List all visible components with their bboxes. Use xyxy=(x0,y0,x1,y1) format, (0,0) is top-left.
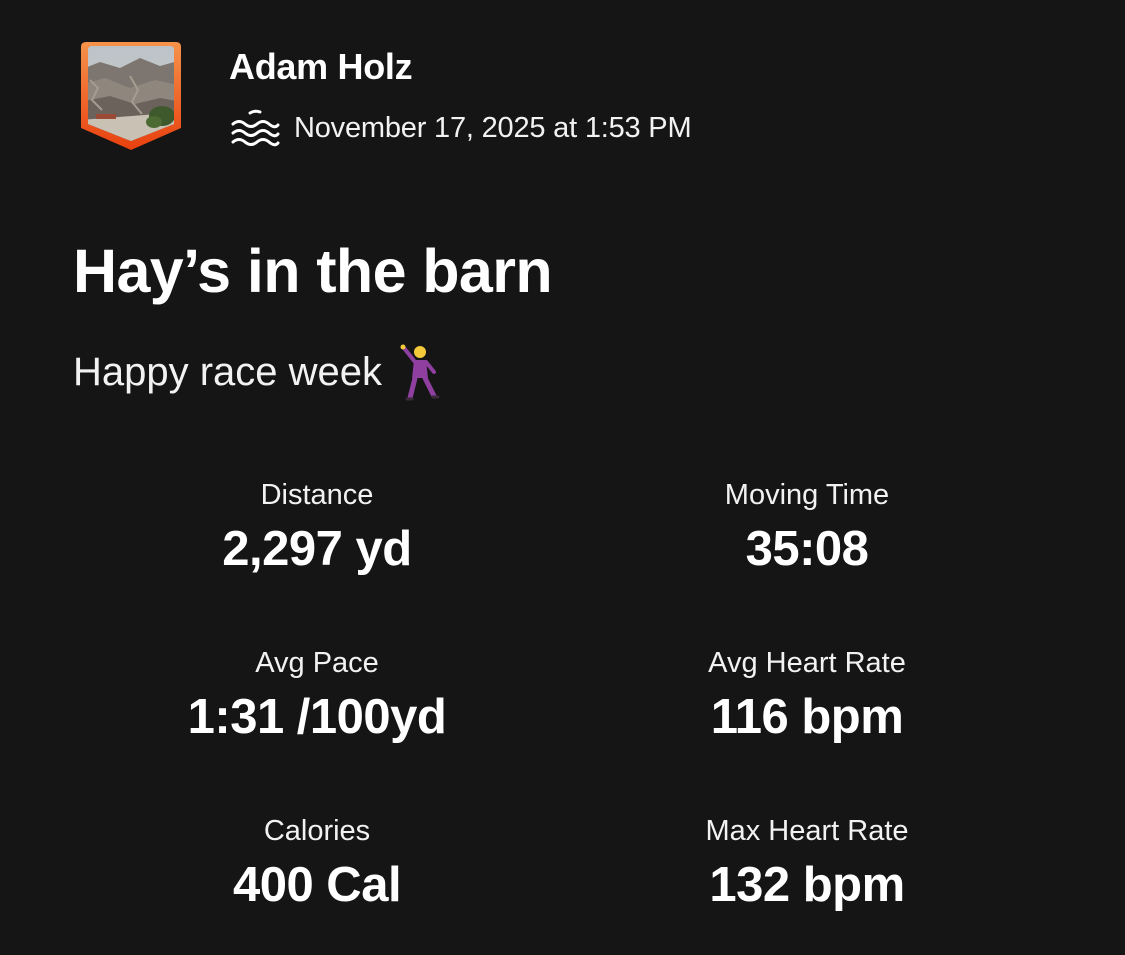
stat-label: Avg Pace xyxy=(255,647,379,679)
stat-calories: Calories 400 Cal xyxy=(117,806,517,914)
stat-avg-heart-rate: Avg Heart Rate 116 bpm xyxy=(607,638,1007,746)
stat-label: Distance xyxy=(260,479,374,511)
athlete-avatar[interactable] xyxy=(80,40,182,152)
activity-title: Hay’s in the barn xyxy=(73,237,553,305)
stat-distance: Distance 2,297 yd xyxy=(117,470,517,578)
swim-icon xyxy=(230,108,280,148)
dancer-icon xyxy=(398,342,444,402)
activity-description: Happy race week xyxy=(73,342,444,402)
stat-value: 116 bpm xyxy=(710,690,904,744)
activity-date: November 17, 2025 at 1:53 PM xyxy=(294,111,692,144)
description-text: Happy race week xyxy=(73,350,383,394)
stat-label: Avg Heart Rate xyxy=(708,647,906,679)
stat-label: Moving Time xyxy=(724,479,890,511)
stat-avg-pace: Avg Pace 1:31 /100yd xyxy=(117,638,517,746)
activity-meta: November 17, 2025 at 1:53 PM xyxy=(230,106,692,150)
stat-value: 400 Cal xyxy=(232,858,402,912)
stat-moving-time: Moving Time 35:08 xyxy=(607,470,1007,578)
stat-value: 1:31 /100yd xyxy=(187,690,447,744)
stat-value: 132 bpm xyxy=(709,858,905,912)
stat-max-heart-rate: Max Heart Rate 132 bpm xyxy=(607,806,1007,914)
stat-value: 2,297 yd xyxy=(222,522,412,576)
stat-label: Calories xyxy=(263,815,371,847)
stat-value: 35:08 xyxy=(745,522,869,576)
stat-label: Max Heart Rate xyxy=(705,815,909,847)
athlete-name[interactable]: Adam Holz xyxy=(229,45,413,89)
activity-header: Adam Holz November 17, 2025 at 1:53 PM xyxy=(80,40,980,152)
